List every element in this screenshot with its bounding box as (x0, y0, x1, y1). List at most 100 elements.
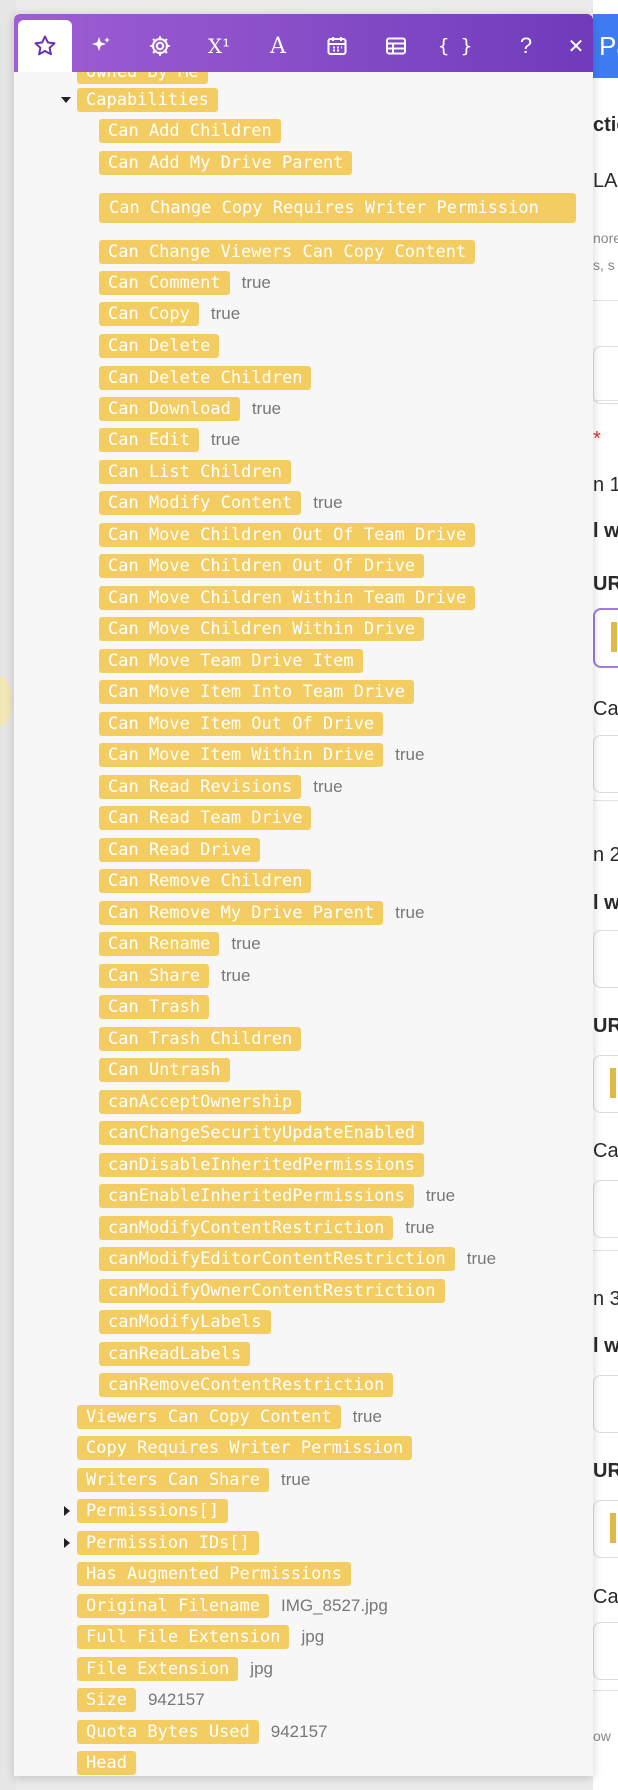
property-key[interactable]: Can Change Copy Requires Writer Permissi… (99, 193, 576, 223)
property-key[interactable]: canModifyContentRestriction (99, 1216, 394, 1240)
property-key[interactable]: canModifyLabels (99, 1310, 271, 1334)
property-key[interactable]: Can Move Children Within Team Drive (99, 586, 476, 610)
property-key[interactable]: Viewers Can Copy Content (77, 1405, 341, 1429)
property-key[interactable]: Size (77, 1688, 136, 1712)
property-key[interactable]: canChangeSecurityUpdateEnabled (99, 1121, 425, 1145)
braces-icon[interactable]: { } (428, 20, 482, 72)
property-key[interactable]: canRemoveContentRestriction (99, 1373, 394, 1397)
property-key[interactable]: Permission IDs[] (77, 1531, 259, 1555)
property-key[interactable]: Writers Can Share (77, 1468, 269, 1492)
property-key[interactable]: Can Add My Drive Parent (99, 151, 353, 175)
property-key[interactable]: Can Copy (99, 302, 199, 326)
property-key[interactable]: Can Move Item Within Drive (99, 743, 384, 767)
tree-row: Can Trash (99, 993, 210, 1021)
property-value: true (395, 903, 425, 922)
property-key[interactable]: Permissions[] (77, 1499, 229, 1523)
property-key[interactable]: File Extension (77, 1657, 239, 1681)
tree-row: canModifyOwnerContentRestriction (99, 1277, 445, 1305)
property-key[interactable]: Can Rename (99, 932, 220, 956)
superscript-icon[interactable]: X¹ (192, 20, 246, 72)
tree-row: Can Remove Children (99, 867, 312, 895)
background-divider (593, 300, 618, 301)
property-key[interactable]: Can Trash Children (99, 1027, 302, 1051)
tree-row: Can Copy true (99, 300, 240, 328)
property-key[interactable]: Can Untrash (99, 1058, 230, 1082)
star-icon[interactable] (18, 20, 72, 72)
property-key[interactable]: Can Read Team Drive (99, 806, 312, 830)
text-a-icon[interactable]: A (251, 20, 305, 72)
property-value: true (425, 1186, 456, 1205)
tree-row: Can Untrash (99, 1056, 230, 1084)
tree-row: canDisableInheritedPermissions (99, 1151, 425, 1179)
background-text-fragment: LA (593, 170, 618, 192)
property-key[interactable]: Can Share (99, 964, 210, 988)
background-text-fragment: s, s (593, 257, 615, 273)
property-key[interactable]: Can Change Viewers Can Copy Content (99, 240, 476, 264)
property-key[interactable]: canDisableInheritedPermissions (99, 1153, 425, 1177)
property-key[interactable]: Can Add Children (99, 119, 281, 143)
property-key[interactable]: Can Read Revisions (99, 775, 302, 799)
sparkles-icon[interactable] (74, 20, 128, 72)
property-key[interactable]: Can Move Children Out Of Team Drive (99, 523, 476, 547)
background-text-fragment: Ca (593, 1586, 618, 1608)
property-key[interactable]: Capabilities (77, 88, 218, 112)
caret-right-icon[interactable] (64, 1538, 70, 1548)
property-key[interactable]: canModifyOwnerContentRestriction (99, 1279, 445, 1303)
property-key[interactable]: canEnableInheritedPermissions (99, 1184, 414, 1208)
background-text-fragment: ctic (593, 114, 618, 136)
background-input-box (593, 930, 618, 988)
property-key[interactable]: Can Move Children Out Of Drive (99, 554, 425, 578)
property-key[interactable]: Head (77, 1751, 136, 1775)
property-key[interactable]: Can Trash (99, 995, 210, 1019)
property-key[interactable]: Can List Children (99, 460, 291, 484)
property-key[interactable]: Can Modify Content (99, 491, 302, 515)
property-key[interactable]: canAcceptOwnership (99, 1090, 302, 1114)
tree-row: Can Read Drive (99, 836, 261, 864)
tree-row: Owned By Me (77, 72, 208, 86)
tree-row: Permission IDs[] (77, 1529, 259, 1557)
tree-row: Can List Children (99, 458, 291, 486)
property-key[interactable]: canModifyEditorContentRestriction (99, 1247, 455, 1271)
property-key[interactable]: Can Move Item Out Of Drive (99, 712, 384, 736)
property-key[interactable]: Can Delete (99, 334, 220, 358)
property-key[interactable]: Can Edit (99, 428, 199, 452)
property-value: true (281, 1470, 311, 1489)
property-key[interactable]: canReadLabels (99, 1342, 251, 1366)
gear-icon[interactable] (133, 20, 187, 72)
background-input-box (593, 1055, 618, 1113)
calendar-icon[interactable] (310, 20, 364, 72)
property-key[interactable]: Owned By Me (77, 72, 208, 84)
property-key[interactable]: Can Delete Children (99, 366, 312, 390)
caret-right-icon[interactable] (64, 1506, 70, 1516)
property-key[interactable]: Quota Bytes Used (77, 1720, 259, 1744)
property-key[interactable]: Original Filename (77, 1594, 269, 1618)
background-input-box (593, 1375, 618, 1433)
help-icon[interactable]: ? (499, 20, 553, 72)
property-key[interactable]: Can Download (99, 397, 240, 421)
background-text-fragment: l w (593, 1335, 618, 1357)
property-key[interactable]: Can Read Drive (99, 838, 261, 862)
tree-row: canModifyContentRestriction true (99, 1214, 435, 1242)
caret-down-icon[interactable] (61, 97, 71, 103)
close-icon[interactable]: ✕ (549, 20, 593, 72)
background-form-panel: Pa cticLAnores, sYê*n 1l wURCan 2l wCURC… (593, 0, 618, 1790)
tree-row: Can Delete (99, 332, 220, 360)
property-key[interactable]: Can Move Team Drive Item (99, 649, 363, 673)
background-text-fragment: ow (593, 1728, 611, 1744)
property-key[interactable]: Copy Requires Writer Permission (77, 1436, 413, 1460)
property-key[interactable]: Can Remove My Drive Parent (99, 901, 384, 925)
tree-row: Permissions[] (77, 1497, 229, 1525)
panel-toolbar: X¹ A { }? ✕ (14, 14, 593, 72)
property-key[interactable]: Has Augmented Permissions (77, 1562, 351, 1586)
property-key[interactable]: Can Remove Children (99, 869, 312, 893)
tree-row: Can Trash Children (99, 1025, 302, 1053)
tree-row: File Extension jpg (77, 1655, 273, 1683)
table-icon[interactable] (369, 20, 423, 72)
property-key[interactable]: Full File Extension (77, 1625, 290, 1649)
property-value: true (352, 1407, 382, 1426)
tree-row: Can Move Children Out Of Drive (99, 552, 425, 580)
property-key[interactable]: Can Move Children Within Drive (99, 617, 425, 641)
tree-row: canEnableInheritedPermissions true (99, 1182, 455, 1210)
property-key[interactable]: Can Move Item Into Team Drive (99, 680, 414, 704)
property-key[interactable]: Can Comment (99, 271, 230, 295)
